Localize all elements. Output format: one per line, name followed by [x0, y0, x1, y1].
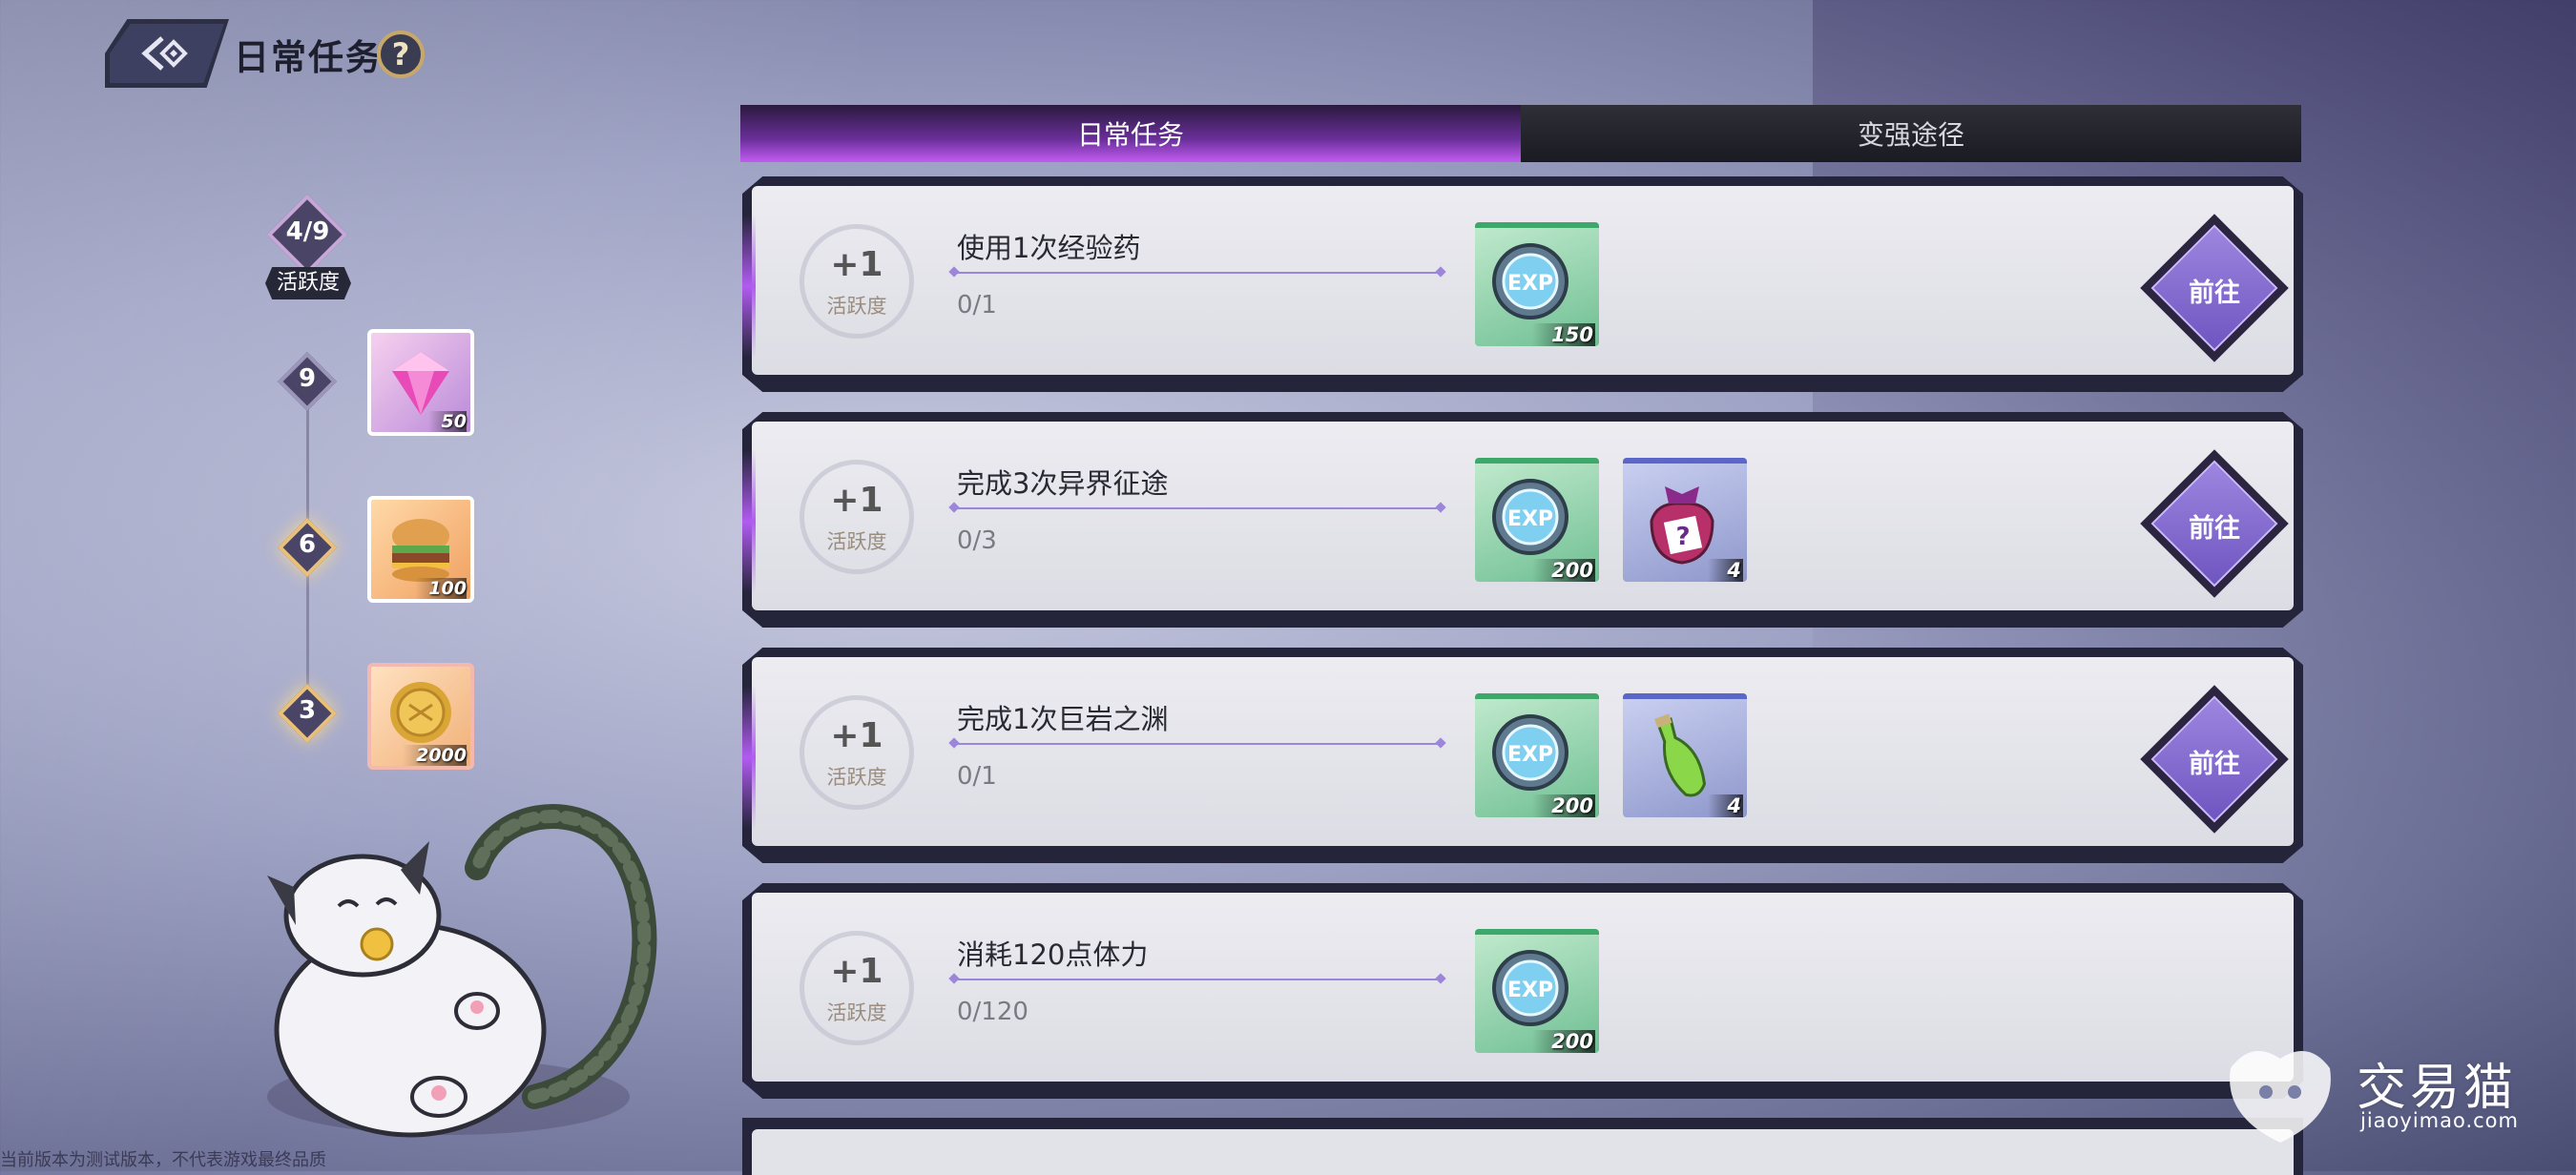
- task-card-partial: [742, 1118, 2303, 1175]
- svg-text:EXP: EXP: [1507, 743, 1553, 767]
- milestone-6: 6: [277, 517, 338, 578]
- activity-label: 活跃度: [265, 267, 351, 299]
- back-button[interactable]: [105, 19, 229, 88]
- tab-bar: 日常任务 变强途径: [740, 105, 2301, 162]
- svg-text:EXP: EXP: [1507, 272, 1553, 296]
- points-label: 活跃度: [826, 1001, 887, 1024]
- task-name: 消耗120点体力: [957, 938, 1149, 971]
- page-title: 日常任务: [234, 37, 383, 78]
- task-name: 完成1次巨岩之渊: [957, 703, 1169, 735]
- go-button-label[interactable]: 前往: [2171, 507, 2257, 545]
- reward-item[interactable]: EXP 200: [1475, 693, 1599, 817]
- reward-count: 4: [1708, 794, 1743, 817]
- reward-count: 50: [427, 411, 467, 432]
- back-arrow-icon: [141, 36, 188, 71]
- svg-text:EXP: EXP: [1507, 507, 1553, 531]
- divider: [954, 272, 1441, 274]
- milestone-reward-9[interactable]: 50: [367, 329, 474, 436]
- tab-daily-tasks[interactable]: 日常任务: [740, 105, 1521, 162]
- milestone-reward-3[interactable]: 2000: [367, 663, 474, 770]
- reward-item[interactable]: ? 4: [1623, 458, 1747, 582]
- reward-item[interactable]: EXP 200: [1475, 929, 1599, 1053]
- milestone-value: 6: [298, 530, 317, 559]
- go-button-label[interactable]: 前往: [2171, 272, 2257, 309]
- reward-count: 200: [1532, 794, 1595, 817]
- help-button[interactable]: ?: [377, 31, 425, 78]
- reward-item[interactable]: EXP 150: [1475, 222, 1599, 346]
- milestone-value: 9: [298, 364, 317, 393]
- task-progress: 0/1: [957, 291, 997, 320]
- reward-count: 200: [1532, 1030, 1595, 1053]
- watermark-name: 交易猫: [2357, 1060, 2518, 1117]
- go-button-label[interactable]: 前往: [2171, 743, 2257, 780]
- activity-points: +1 活跃度: [800, 695, 914, 819]
- points-label: 活跃度: [826, 766, 887, 789]
- divider: [954, 979, 1441, 980]
- points-value: +1: [830, 952, 883, 991]
- milestone-3: 3: [277, 683, 338, 744]
- cat-mascot-illustration: [267, 804, 657, 1138]
- task-progress: 0/120: [957, 998, 1028, 1026]
- task-card: +1 活跃度 使用1次经验药 0/1 EXP 150 前往: [742, 176, 2303, 392]
- task-progress: 0/1: [957, 762, 997, 791]
- task-card: +1 活跃度 完成3次异界征途 0/3 EXP 200 ? 4 前往: [742, 412, 2303, 628]
- points-label: 活跃度: [826, 295, 887, 318]
- activity-points: +1 活跃度: [800, 224, 914, 348]
- activity-value: 4/9: [285, 217, 330, 246]
- divider: [954, 743, 1441, 745]
- milestone-9: 9: [277, 351, 338, 412]
- reward-count: 4: [1708, 559, 1743, 582]
- reward-count: 200: [1532, 559, 1595, 582]
- task-name: 完成3次异界征途: [957, 467, 1169, 500]
- task-card: +1 活跃度 完成1次巨岩之渊 0/1 EXP 200 4 前往: [742, 648, 2303, 863]
- reward-count: 150: [1532, 323, 1595, 346]
- points-value: +1: [830, 245, 883, 284]
- activity-points: +1 活跃度: [800, 460, 914, 584]
- disclaimer-text: 当前版本为测试版本，不代表游戏最终品质: [0, 1150, 326, 1170]
- task-progress: 0/3: [957, 526, 997, 555]
- reward-item[interactable]: EXP 200: [1475, 458, 1599, 582]
- svg-text:?: ?: [1675, 523, 1690, 551]
- task-card: +1 活跃度 消耗120点体力 0/120 EXP 200: [742, 883, 2303, 1099]
- task-name: 使用1次经验药: [957, 232, 1141, 264]
- points-label: 活跃度: [826, 530, 887, 553]
- watermark-url: jiaoyimao.com: [2360, 1109, 2519, 1132]
- points-value: +1: [830, 481, 883, 520]
- points-value: +1: [830, 716, 883, 755]
- milestone-value: 3: [298, 696, 317, 725]
- activity-points: +1 活跃度: [800, 931, 914, 1055]
- reward-count: 100: [415, 578, 467, 599]
- tab-growth-paths[interactable]: 变强途径: [1521, 105, 2301, 162]
- divider: [954, 507, 1441, 509]
- reward-item[interactable]: 4: [1623, 693, 1747, 817]
- svg-text:EXP: EXP: [1507, 979, 1553, 1002]
- milestone-reward-6[interactable]: 100: [367, 496, 474, 603]
- reward-count: 2000: [403, 745, 467, 766]
